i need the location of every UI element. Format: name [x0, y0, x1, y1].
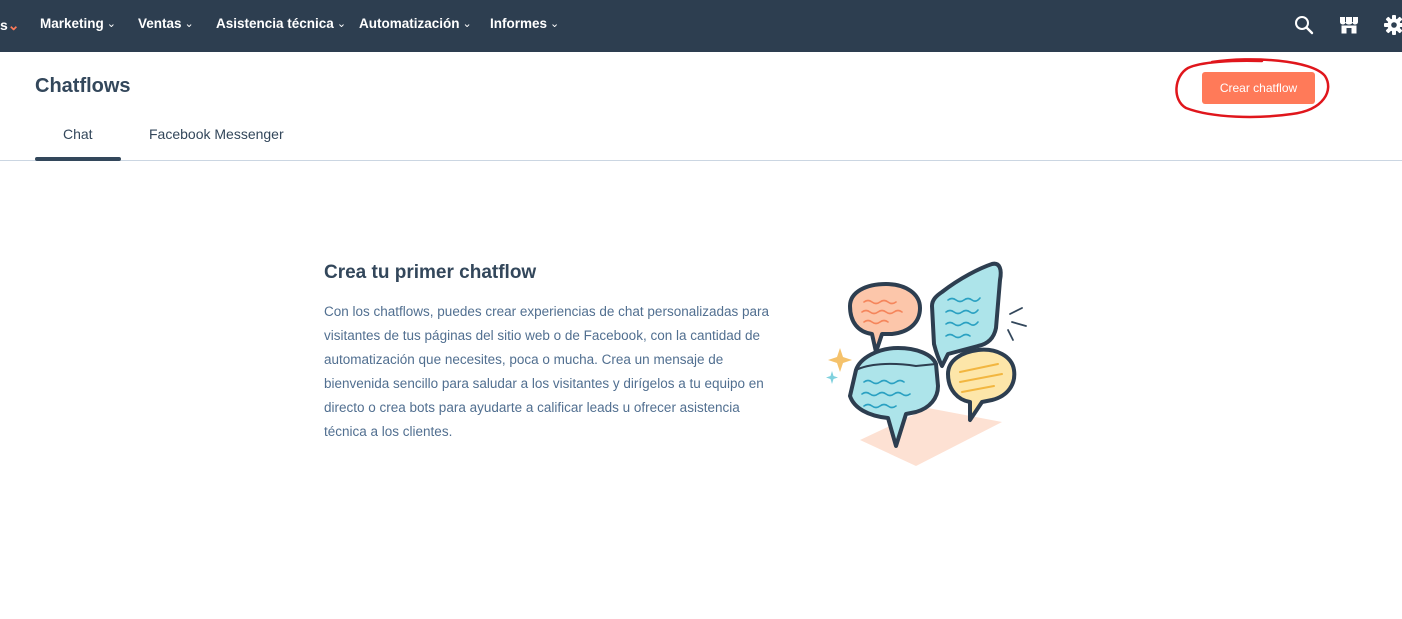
nav-item-informes[interactable]: Informes ⌄ — [490, 16, 559, 36]
chevron-down-icon: ⌄ — [106, 18, 116, 30]
chat-bubbles-illustration — [826, 261, 1027, 466]
chevron-down-icon: ⌄ — [184, 18, 194, 30]
nav-item-label: Informes — [490, 16, 548, 31]
nav-item-truncated[interactable]: s⌄ — [0, 17, 20, 34]
chevron-down-icon: ⌄ — [462, 18, 472, 30]
chevron-down-icon: ⌄ — [550, 18, 560, 30]
nav-item-ventas[interactable]: Ventas ⌄ — [138, 16, 194, 36]
nav-item-label: Asistencia técnica — [216, 16, 334, 31]
nav-item-automatizacion[interactable]: Automatización ⌄ — [359, 16, 472, 36]
tab-facebook-messenger[interactable]: Facebook Messenger — [149, 126, 284, 142]
active-tab-indicator — [35, 157, 121, 161]
chevron-down-icon: ⌄ — [7, 17, 20, 33]
tab-chat[interactable]: Chat — [63, 126, 93, 142]
nav-item-marketing[interactable]: Marketing ⌄ — [40, 16, 116, 36]
search-icon[interactable] — [1293, 14, 1315, 36]
settings-icon[interactable] — [1383, 14, 1402, 36]
nav-item-label: Ventas — [138, 16, 182, 31]
chevron-down-icon: ⌄ — [336, 18, 347, 30]
nav-item-label: Marketing — [40, 16, 104, 31]
create-chatflow-button[interactable]: Crear chatflow — [1202, 72, 1315, 104]
nav-item-asistencia[interactable]: Asistencia técnica ⌄ — [216, 16, 346, 36]
top-nav: s⌄ Marketing ⌄ Ventas ⌄ Asistencia técnica… — [0, 0, 1402, 52]
nav-item-label: Automatización — [359, 16, 460, 31]
page-title: Chatflows — [35, 75, 131, 97]
empty-state-title: Crea tu primer chatflow — [324, 262, 537, 283]
tabs-divider — [0, 160, 1402, 161]
marketplace-icon[interactable] — [1338, 14, 1360, 36]
empty-state-description: Con los chatflows, puedes crear experien… — [324, 304, 770, 439]
